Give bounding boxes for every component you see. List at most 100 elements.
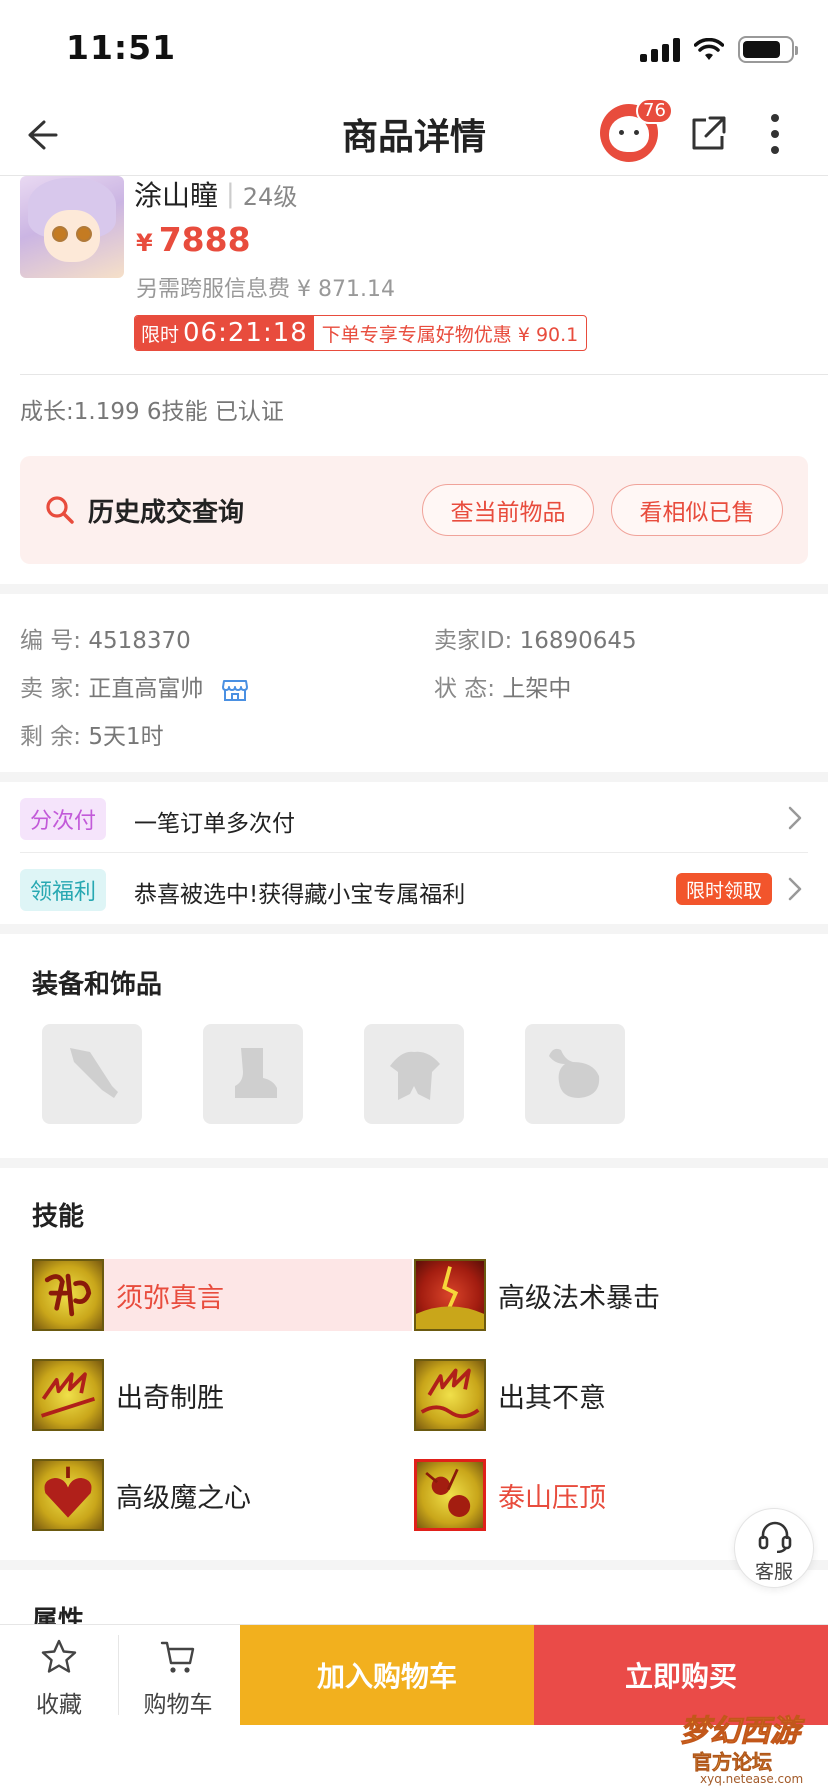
installment-tag: 分次付 xyxy=(20,798,107,840)
skill-surprise-win[interactable]: 出奇制胜 xyxy=(32,1359,412,1431)
time-remaining: 剩 余: 5天1时 xyxy=(20,717,164,751)
skill-name: 泰山压顶 xyxy=(498,1482,606,1514)
equipment-slot-boots[interactable] xyxy=(203,1024,303,1124)
seller-id-label: 卖家ID: xyxy=(434,628,513,654)
welfare-row[interactable]: 领福利 恭喜被选中!获得藏小宝专属福利 限时领取 xyxy=(20,853,808,923)
battery-icon xyxy=(738,36,798,63)
accessory-icon xyxy=(549,1048,600,1098)
skill-name: 须弥真言 xyxy=(116,1282,224,1314)
skill-spell-crit[interactable]: 高级法术暴击 xyxy=(414,1259,794,1331)
sumeru-skill-icon xyxy=(32,1259,104,1331)
add-to-cart-button[interactable]: 加入购物车 xyxy=(240,1625,534,1725)
skill-name: 出其不意 xyxy=(498,1382,606,1414)
seller: 卖 家: 正直高富帅 xyxy=(20,669,249,703)
customer-service-label: 客服 xyxy=(754,1561,793,1583)
item-id-label: 编 号: xyxy=(20,628,82,654)
character-avatar[interactable] xyxy=(20,176,124,278)
unexpected-skill-icon xyxy=(414,1359,486,1431)
status-label: 状 态: xyxy=(434,676,496,702)
status-bar: 11:51 xyxy=(0,0,828,96)
status-time: 11:51 xyxy=(66,28,177,67)
signal-icon xyxy=(640,37,680,62)
character-name-row: 涂山瞳 | 24级 xyxy=(134,174,297,214)
cross-server-fee: 另需跨服信息费 ¥ 871.14 xyxy=(136,277,395,302)
section-divider xyxy=(0,772,828,782)
notification-badge: 76 xyxy=(636,98,673,124)
skill-name: 出奇制胜 xyxy=(116,1382,224,1414)
item-id-value: 4518370 xyxy=(88,628,191,654)
demon-heart-skill-icon xyxy=(32,1459,104,1531)
taishan-skill-icon xyxy=(414,1459,486,1531)
favorite-button[interactable]: 收藏 xyxy=(0,1625,118,1725)
price-currency: ¥ xyxy=(136,229,153,257)
divider xyxy=(20,374,828,375)
customer-service-button[interactable]: 客服 xyxy=(734,1508,814,1588)
cart-button[interactable]: 购物车 xyxy=(119,1625,237,1725)
skill-demon-heart[interactable]: 高级魔之心 xyxy=(32,1459,412,1531)
welfare-tag: 领福利 xyxy=(20,869,107,911)
chevron-right-icon xyxy=(788,806,802,830)
installment-text: 一笔订单多次付 xyxy=(134,811,295,837)
chevron-right-icon xyxy=(788,877,802,901)
armor-icon xyxy=(390,1051,440,1100)
check-current-button[interactable]: 查当前物品 xyxy=(422,484,594,536)
limited-time-promo: 限时 06:21:18 下单专享专属好物优惠 ¥ 90.1 xyxy=(134,315,588,351)
section-divider xyxy=(0,1560,828,1570)
status-icons xyxy=(640,36,798,63)
section-divider xyxy=(0,1158,828,1168)
installment-pay-row[interactable]: 分次付 一笔订单多次付 xyxy=(20,782,808,852)
equipment-slot-weapon[interactable] xyxy=(42,1024,142,1124)
seller-id: 卖家ID: 16890645 xyxy=(434,621,637,655)
equipment-section-title: 装备和饰品 xyxy=(32,970,163,1000)
history-title: 历史成交查询 xyxy=(88,498,245,528)
forum-watermark-logo: 梦幻西游 官方论坛 xyq.netease.com xyxy=(680,1714,804,1787)
claim-now-badge[interactable]: 限时领取 xyxy=(675,873,772,905)
price-value: 7888 xyxy=(158,220,251,259)
listing-status: 状 态: 上架中 xyxy=(434,669,571,703)
search-icon xyxy=(46,496,74,524)
equipment-slot-accessory[interactable] xyxy=(525,1024,625,1124)
growth-summary: 成长:1.199 6技能 已认证 xyxy=(20,399,284,425)
skills-section-title: 技能 xyxy=(32,1202,85,1232)
equipment-slot-armor[interactable] xyxy=(364,1024,464,1124)
more-options-icon[interactable] xyxy=(760,110,790,158)
spell-crit-skill-icon xyxy=(414,1259,486,1331)
surprise-win-skill-icon xyxy=(32,1359,104,1431)
promo-text: 下单专享专属好物优惠 ¥ 90.1 xyxy=(321,323,579,346)
skill-sumeru[interactable]: 须弥真言 xyxy=(32,1259,412,1331)
skill-name: 高级魔之心 xyxy=(116,1482,251,1514)
remain-value: 5天1时 xyxy=(88,724,164,750)
price: ¥7888 xyxy=(136,220,251,259)
seller-name[interactable]: 正直高富帅 xyxy=(88,676,203,702)
seller-label: 卖 家: xyxy=(20,676,82,702)
section-divider xyxy=(0,584,828,594)
item-id: 编 号: 4518370 xyxy=(20,621,191,655)
star-icon xyxy=(41,1639,77,1673)
cart-label: 购物车 xyxy=(143,1692,213,1718)
view-similar-sold-button[interactable]: 看相似已售 xyxy=(611,484,783,536)
shop-icon[interactable] xyxy=(221,678,249,702)
weapon-icon xyxy=(70,1048,118,1098)
favorite-label: 收藏 xyxy=(36,1692,82,1718)
promo-timer: 06:21:18 xyxy=(183,318,308,348)
seller-id-value: 16890645 xyxy=(519,628,637,654)
welfare-text: 恭喜被选中!获得藏小宝专属福利 xyxy=(134,882,466,908)
section-divider xyxy=(0,924,828,934)
skill-taishan[interactable]: 泰山压顶 xyxy=(414,1459,794,1531)
skill-unexpected[interactable]: 出其不意 xyxy=(414,1359,794,1431)
attributes-section-title: 属性 xyxy=(32,1606,85,1624)
shopping-cart-icon xyxy=(160,1641,195,1673)
promo-label: 限时 xyxy=(141,323,180,346)
promo-countdown: 限时 06:21:18 xyxy=(135,316,314,350)
character-name: 涂山瞳 xyxy=(134,179,219,212)
share-icon[interactable] xyxy=(686,112,730,156)
skill-name: 高级法术暴击 xyxy=(498,1282,660,1314)
nav-bar: 商品详情 76 xyxy=(0,96,828,176)
history-query-panel: 历史成交查询 查当前物品 看相似已售 xyxy=(20,456,808,564)
character-level: 24级 xyxy=(242,182,298,211)
boot-icon xyxy=(235,1048,277,1098)
remain-label: 剩 余: xyxy=(20,724,82,750)
headset-icon xyxy=(758,1521,792,1553)
status-value: 上架中 xyxy=(502,676,572,702)
wifi-icon xyxy=(694,37,724,60)
